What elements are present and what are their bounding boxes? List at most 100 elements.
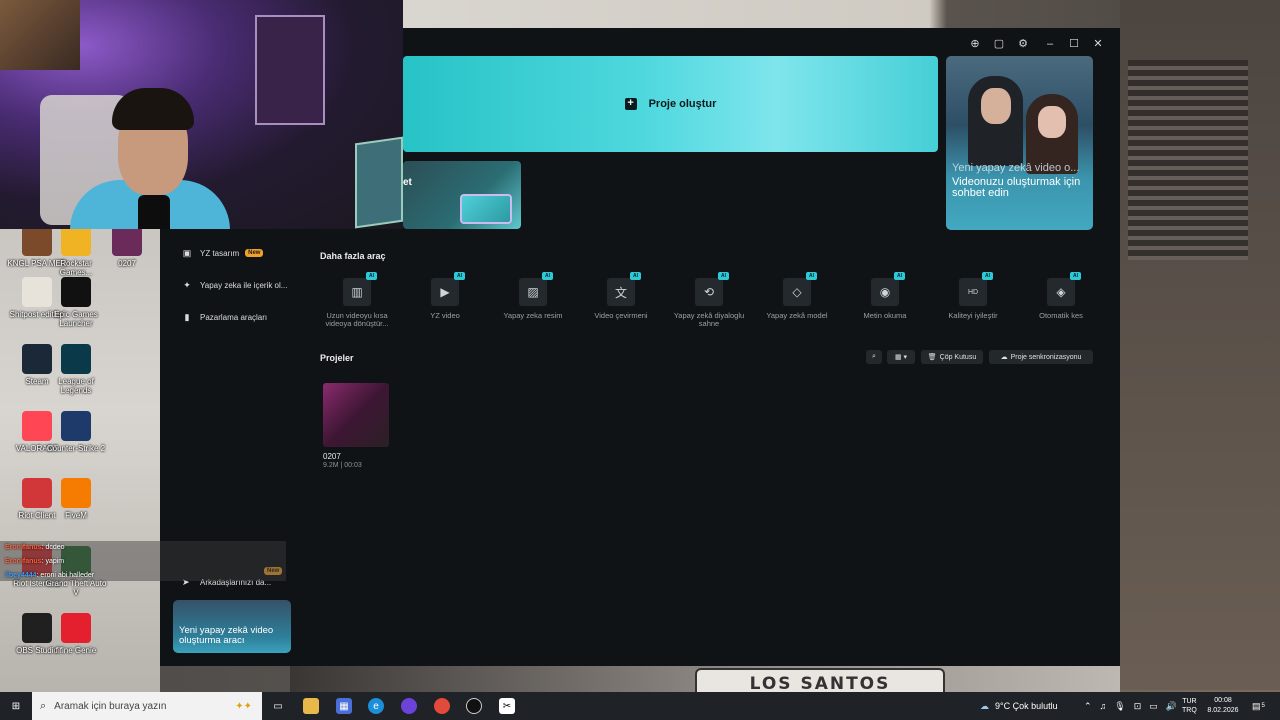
desktop-icon[interactable]: Counter-Strike 2 (45, 411, 107, 453)
project-thumbnail (323, 383, 389, 447)
file-explorer-icon[interactable] (303, 698, 319, 714)
mic-icon[interactable]: 🎙 (1114, 701, 1125, 712)
create-project-label: Proje oluştur (648, 98, 717, 110)
ai-video-tool-promo[interactable]: Yeni yapay zekâ video oluşturma aracı (173, 600, 291, 653)
tool-label: Kaliteyi iyileştir (948, 311, 998, 320)
lang-bottom: TRQ (1182, 707, 1197, 714)
tool-dialogue[interactable]: ⟲ AI Yapay zekâ diyaloglu sahne (665, 272, 753, 328)
notification-icon: ▤ (1252, 700, 1261, 711)
quick-start-card[interactable]: et (403, 161, 521, 229)
desktop-app-icon (61, 226, 91, 256)
microphone (138, 195, 170, 229)
maximize-button[interactable]: ☐ (1068, 38, 1080, 50)
edge-icon[interactable]: e (368, 698, 384, 714)
desktop-icon[interactable]: Epic Games Launcher (45, 277, 107, 328)
weather-text: 9°C Çok bulutlu (995, 701, 1058, 711)
tool-label: Yapay zekâ model (766, 311, 828, 320)
language-indicator[interactable]: TUR TRQ (1182, 692, 1197, 720)
search-placeholder: Aramak için buraya yazın (54, 700, 167, 712)
film-icon-glyph: ▥ (351, 285, 363, 299)
close-button[interactable]: ✕ (1092, 38, 1104, 50)
desktop-app-icon (61, 344, 91, 374)
side-promo-text: Yeni yapay zekâ video oluşturma aracı (179, 625, 274, 646)
sparkle-icon: ✦ (183, 280, 191, 290)
ai-badge: AI (718, 272, 729, 280)
desktop-icon-label: Epic Games Launcher (54, 310, 98, 328)
view-toggle-button[interactable]: ▦ ▾ (887, 350, 915, 364)
eraser-icon-glyph: ◈ (1056, 285, 1066, 299)
tool-film[interactable]: ▥ AI Uzun videoyu kısa videoya dönüştür... (313, 272, 401, 328)
tool-speech[interactable]: ◉ AI Metin okuma (841, 272, 929, 320)
notification-count: 5 (1261, 703, 1265, 709)
quick-start-text: et (403, 177, 412, 188)
volume-icon[interactable]: 🔊 (1166, 701, 1177, 712)
display-icon[interactable]: ▭ (1149, 701, 1158, 712)
translate-icon-glyph: 文 (614, 285, 627, 300)
tool-shirt[interactable]: ◇ AI Yapay zekâ model (753, 272, 841, 320)
tool-label: Video çevirmeni (594, 311, 648, 320)
obs-icon[interactable] (466, 698, 482, 714)
desktop-icon[interactable]: 0207 (96, 226, 158, 268)
chevron-up-icon[interactable]: ⌃ (1084, 701, 1092, 712)
notification-center[interactable]: ▤ 5 (1252, 692, 1265, 720)
promo-face-2 (1038, 106, 1066, 138)
chat-message: Eronifanus: dcdeo (0, 541, 286, 555)
upload-icon[interactable]: ⊕ (969, 38, 981, 50)
task-view-icon[interactable]: ▭ (270, 698, 286, 714)
tool-label: Uzun videoyu kısa videoya dönüştür... (325, 311, 389, 328)
project-sync-button[interactable]: ☁ Proje senkronizasyonu (989, 350, 1093, 364)
desktop-app-icon (112, 226, 142, 256)
settings-icon[interactable]: ⚙ (1017, 38, 1029, 50)
tool-label: YZ video (430, 311, 460, 320)
desktop-icon[interactable]: League of Legends (45, 344, 107, 395)
store-icon[interactable]: ▦ (336, 698, 352, 714)
ai-badge: AI (630, 272, 641, 280)
app-icon[interactable] (401, 698, 417, 714)
create-project-button[interactable]: + Proje oluştur (403, 56, 938, 152)
tool-hd[interactable]: HD AI Kaliteyi iyileştir (929, 272, 1017, 320)
capcut-icon[interactable]: ✂ (499, 698, 515, 714)
chat-message: libey4444: eroni abi halleder (0, 569, 286, 583)
network-icon[interactable]: ⊡ (1134, 701, 1142, 712)
chrome-icon[interactable] (434, 698, 450, 714)
tool-label: Yapay zekâ diyaloglu sahne (673, 311, 745, 328)
trash-button[interactable]: 🗑 Çöp Kutusu (921, 350, 983, 364)
headset-icon[interactable]: ♫ (1100, 701, 1107, 711)
desktop-icon[interactable]: fifine Genie (45, 613, 107, 655)
ai-badge: AI (454, 272, 465, 280)
sidebar-item-ai-content[interactable]: ✦ Yapay zeka ile içerik ol... (182, 276, 287, 294)
feedback-icon[interactable]: ▢ (993, 38, 1005, 50)
desktop-app-icon (61, 277, 91, 307)
design-icon: ▣ (182, 248, 192, 258)
promo-description: Videonuzu oluşturmak için sohbet edin (952, 176, 1081, 199)
taskbar-search[interactable]: ⌕ Aramak için buraya yazın ✦✦ (32, 692, 262, 720)
clock-time: 00:08 (1214, 697, 1232, 704)
projects-title: Projeler (320, 353, 354, 363)
tool-translate[interactable]: 文 AI Video çevirmeni (577, 272, 665, 320)
sidebar-item-ai-design[interactable]: ▣ YZ tasarım New (182, 244, 264, 262)
sidebar-item-marketing[interactable]: ▮ Pazarlama araçları (182, 308, 268, 326)
desktop-icon-label: 0207 (118, 259, 136, 268)
desktop-icon-label: fifine Genie (55, 646, 97, 655)
sidebar-item-label: YZ tasarım (200, 248, 240, 258)
project-meta: 9.2M | 00:03 (323, 462, 362, 469)
search-button[interactable]: ⌕ (866, 350, 882, 364)
clock[interactable]: 00:08 8.02.2026 (1205, 692, 1241, 720)
tool-video-play[interactable]: ▶ AI YZ video (401, 272, 489, 320)
project-card[interactable]: 0207 9.2M | 00:03 (323, 383, 389, 469)
dialogue-icon-glyph: ⟲ (703, 285, 715, 299)
minimize-button[interactable]: – (1044, 38, 1056, 50)
promo-face-1 (981, 88, 1011, 124)
ai-video-promo-card[interactable]: Yeni yapay zekâ video o... Videonuzu olu… (946, 56, 1093, 230)
image-icon-glyph: ▨ (527, 285, 539, 299)
promo-title: Yeni yapay zekâ video o... (952, 162, 1080, 174)
tool-image[interactable]: ▨ AI Yapay zeka resim (489, 272, 577, 320)
cloud-icon: ☁ (980, 700, 989, 711)
desktop-icon[interactable]: FiveM (45, 478, 107, 520)
shirt-icon-glyph: ◇ (792, 285, 802, 299)
monitor-screen (355, 136, 403, 229)
tool-eraser[interactable]: ◈ AI Otomatik kes (1017, 272, 1105, 320)
trash-label: Çöp Kutusu (939, 353, 977, 361)
windows-start-icon[interactable]: ⊞ (8, 698, 24, 714)
weather-widget[interactable]: ☁ 9°C Çok bulutlu (980, 692, 1058, 720)
